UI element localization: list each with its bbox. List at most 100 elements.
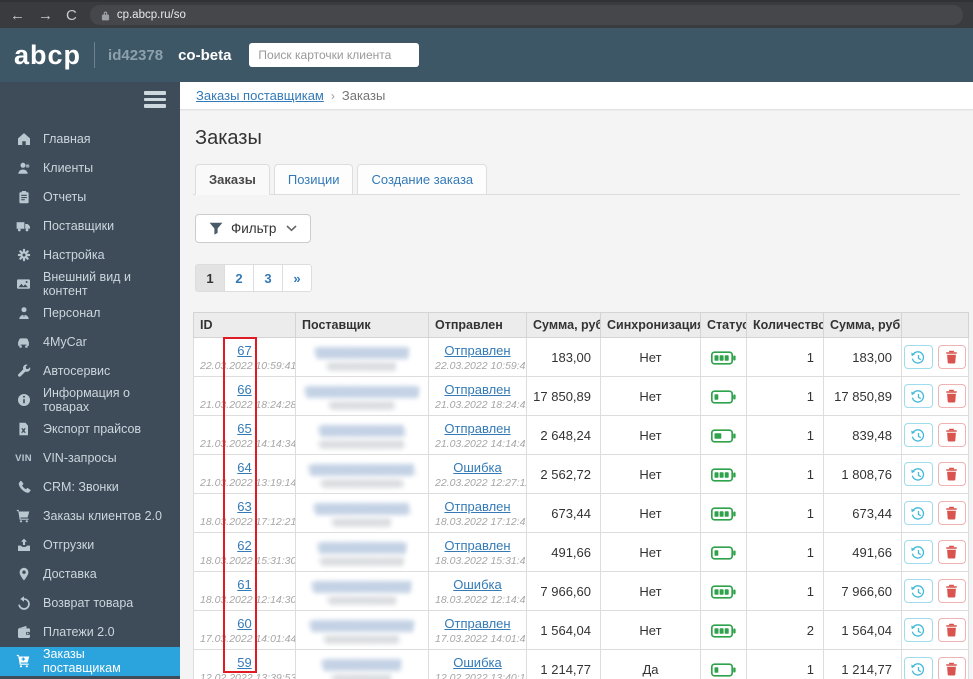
sidebar-item-cart[interactable]: Заказы клиентов 2.0 <box>0 502 180 531</box>
page-button-2[interactable]: 2 <box>224 264 254 292</box>
delete-button[interactable] <box>937 384 966 408</box>
tab-заказы[interactable]: Заказы <box>195 164 270 195</box>
sent-status-link[interactable]: Отправлен <box>444 421 510 436</box>
filter-button[interactable]: Фильтр <box>195 214 312 243</box>
supplier-cell <box>295 532 429 572</box>
page-button-3[interactable]: 3 <box>253 264 283 292</box>
back-icon[interactable]: ← <box>10 8 25 23</box>
order-id-link[interactable]: 65 <box>237 421 251 436</box>
tab-позиции[interactable]: Позиции <box>273 164 354 195</box>
sidebar-item-label: Настройка <box>43 248 105 262</box>
order-id-link[interactable]: 63 <box>237 499 251 514</box>
sidebar-item-reports[interactable]: Отчеты <box>0 183 180 212</box>
order-id-link[interactable]: 62 <box>237 538 251 553</box>
sidebar-item-export[interactable]: Экспорт прайсов <box>0 415 180 444</box>
sidebar-item-shipments[interactable]: Отгрузки <box>0 531 180 560</box>
order-id-link[interactable]: 59 <box>237 655 251 670</box>
sidebar-item-delivery[interactable]: Доставка <box>0 560 180 589</box>
sidebar-item-staff[interactable]: Персонал <box>0 299 180 328</box>
history-button[interactable] <box>904 657 933 679</box>
delete-button[interactable] <box>937 579 966 603</box>
sidebar-item-autoservice[interactable]: Автосервис <box>0 357 180 386</box>
history-button[interactable] <box>904 384 933 408</box>
table-row: 62 18.03.2022 15:31:30 Отправлен 18.03.2022… <box>193 532 969 572</box>
delete-button[interactable] <box>937 462 966 486</box>
page-button-»[interactable]: » <box>282 264 312 292</box>
sidebar-item-vin[interactable]: VIN VIN-запросы <box>0 444 180 473</box>
supplier-cell <box>295 610 429 650</box>
sidebar-item-suppliers[interactable]: Поставщики <box>0 212 180 241</box>
blurred-supplier-detail <box>318 439 406 449</box>
sidebar-menu: Главная Клиенты Отчеты Поставщики Настройка В… <box>0 125 180 676</box>
sidebar-item-car[interactable]: 4MyCar <box>0 328 180 357</box>
sidebar-item-clients[interactable]: Клиенты <box>0 154 180 183</box>
browser-toolbar: ← → C cp.abcp.ru/so <box>0 0 973 28</box>
history-button[interactable] <box>904 540 933 564</box>
sent-status-link[interactable]: Отправлен <box>444 343 510 358</box>
sent-status-link[interactable]: Отправлен <box>444 538 510 553</box>
sent-status-link[interactable]: Ошибка <box>453 460 501 475</box>
sidebar-item-supplier-orders[interactable]: Заказы поставщикам <box>0 646 180 676</box>
breadcrumb-link-supplier-orders[interactable]: Заказы поставщикам <box>196 88 324 103</box>
sidebar-item-returns[interactable]: Возврат товара <box>0 589 180 618</box>
supplier-cell <box>295 415 429 455</box>
order-id-link[interactable]: 67 <box>237 343 251 358</box>
history-button[interactable] <box>904 345 933 369</box>
sidebar-item-label: Заказы поставщикам <box>43 647 121 675</box>
order-amount: 17 850,89 <box>526 376 601 416</box>
reports-icon <box>15 190 32 204</box>
history-button[interactable] <box>904 501 933 525</box>
order-id-link[interactable]: 64 <box>237 460 251 475</box>
address-bar[interactable]: cp.abcp.ru/so <box>89 5 963 25</box>
delete-button[interactable] <box>937 423 966 447</box>
history-button[interactable] <box>904 579 933 603</box>
delete-button[interactable] <box>937 501 966 525</box>
sidebar-item-phone[interactable]: CRM: Звонки <box>0 473 180 502</box>
reload-icon[interactable]: C <box>66 8 77 23</box>
sidebar-item-home[interactable]: Главная <box>0 125 180 154</box>
sent-date: 21.03.2022 18:24:41 <box>435 398 527 411</box>
client-card-search-input[interactable] <box>249 43 420 67</box>
quantity-value: 1 <box>746 454 824 494</box>
column-header: Статус <box>700 312 747 338</box>
delete-button[interactable] <box>937 540 966 564</box>
trash-icon <box>945 584 958 598</box>
blurred-supplier-detail <box>327 361 397 371</box>
history-button[interactable] <box>904 423 933 447</box>
order-id-link[interactable]: 66 <box>237 382 251 397</box>
tab-создание-заказа[interactable]: Создание заказа <box>357 164 488 195</box>
order-amount-2: 183,00 <box>823 337 902 377</box>
page-button-1[interactable]: 1 <box>195 264 225 292</box>
quantity-value: 1 <box>746 493 824 533</box>
battery-status-icon <box>700 610 747 650</box>
sidebar-item-settings[interactable]: Настройка <box>0 241 180 270</box>
table-row: 61 18.03.2022 12:14:30 Ошибка 18.03.2022 12… <box>193 571 969 611</box>
order-id-link[interactable]: 61 <box>237 577 251 592</box>
delete-button[interactable] <box>937 345 966 369</box>
orders-table: ID Поставщик Отправлен Сумма, руб. Синхрониз… <box>193 312 969 679</box>
trash-icon <box>945 662 958 676</box>
battery-status-icon <box>700 415 747 455</box>
sent-status-link[interactable]: Отправлен <box>444 382 510 397</box>
supplier-cell <box>295 376 429 416</box>
export-icon <box>15 422 32 436</box>
sent-status-link[interactable]: Ошибка <box>453 577 501 592</box>
history-button[interactable] <box>904 462 933 486</box>
sidebar-item-label: Главная <box>43 132 91 146</box>
sent-status-link[interactable]: Отправлен <box>444 616 510 631</box>
order-amount-2: 1 564,04 <box>823 610 902 650</box>
sidebar-item-wallet[interactable]: Платежи 2.0 <box>0 618 180 647</box>
sent-status-link[interactable]: Отправлен <box>444 499 510 514</box>
forward-icon[interactable]: → <box>38 8 53 23</box>
table-header-row: ID Поставщик Отправлен Сумма, руб. Синхрониз… <box>193 312 969 338</box>
delete-button[interactable] <box>937 657 966 679</box>
sent-status-link[interactable]: Ошибка <box>453 655 501 670</box>
delete-button[interactable] <box>937 618 966 642</box>
hamburger-icon[interactable] <box>144 91 166 108</box>
history-button[interactable] <box>904 618 933 642</box>
sidebar-item-info[interactable]: Информация о товарах <box>0 386 180 415</box>
column-header: Отправлен <box>428 312 527 338</box>
order-id-link[interactable]: 60 <box>237 616 251 631</box>
sidebar-item-appearance[interactable]: Внешний вид и контент <box>0 270 180 299</box>
app-header: abcp id42378 co-beta <box>0 28 973 82</box>
